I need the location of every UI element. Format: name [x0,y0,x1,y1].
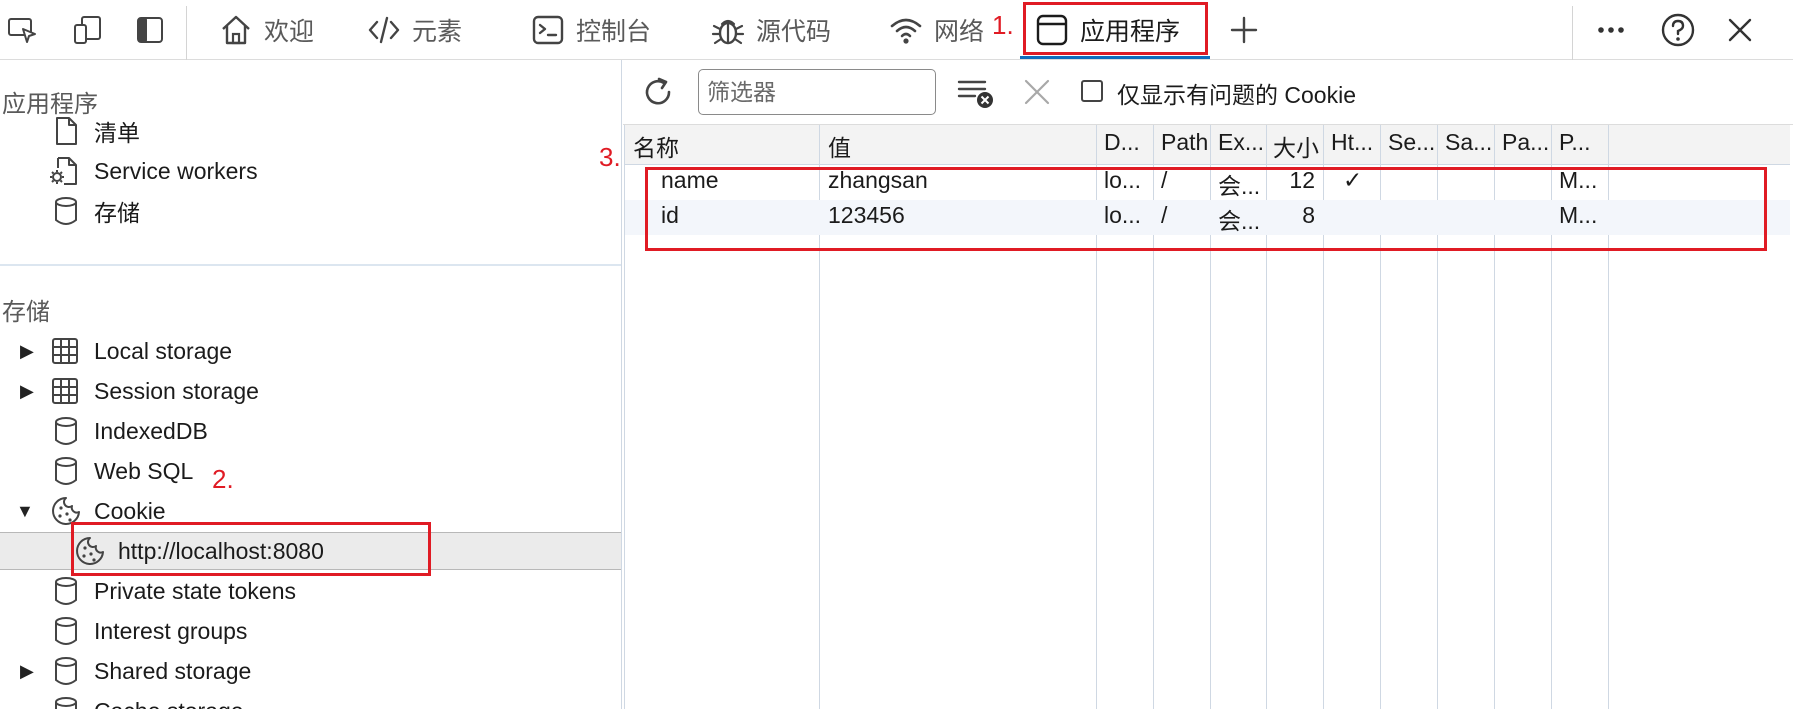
column-header-value[interactable]: 值 [828,129,1088,163]
tab-label: 控制台 [576,18,652,46]
dock-side-icon[interactable] [134,14,166,46]
tab-label: 网络 [934,18,985,46]
tab-label: 欢迎 [264,18,315,46]
bug-icon [711,19,745,45]
tab-label: 源代码 [756,18,832,46]
tab-welcome[interactable]: 欢迎 [218,0,314,60]
code-icon [368,16,400,44]
section-title-storage: 存储 [2,299,50,326]
sidebar-item-shared-storage[interactable]: ▶ Shared storage [0,652,621,690]
column-header-domain[interactable]: D... [1104,129,1150,156]
wifi-icon [890,18,922,44]
table-icon [52,338,78,364]
cookie-panel: 仅显示有问题的 Cookie 名称 值 D... Path Ex... 大小 H… [623,60,1793,709]
expand-arrow-icon[interactable]: ▶ [20,661,34,682]
tab-sources[interactable]: 源代码 [710,0,831,60]
sidebar-item-indexeddb[interactable]: IndexedDB [0,412,621,450]
sidebar-item-session-storage[interactable]: ▶ Session storage [0,372,621,410]
clear-all-cookies-icon[interactable] [955,74,995,110]
column-header-path[interactable]: Path [1161,129,1207,156]
device-emulation-icon[interactable] [72,14,104,46]
sidebar-item-interest-groups[interactable]: Interest groups [0,612,621,650]
sidebar-item-storage[interactable]: 存储 [0,192,621,230]
home-icon [222,15,250,45]
sidebar-item-label: Private state tokens [94,577,296,604]
annotation-step-2: 2. [212,464,234,494]
sidebar-item-label: Local storage [94,337,233,364]
tab-label: 元素 [412,18,463,46]
refresh-icon[interactable] [640,74,676,110]
annotation-box-application-tab [1023,2,1208,55]
tab-elements[interactable]: 元素 [366,0,462,60]
more-options-icon[interactable] [1595,14,1627,46]
sidebar-item-cache-storage[interactable]: Cache storage [0,692,621,709]
database-icon [55,577,77,605]
toolbar-separator [1572,6,1573,60]
sidebar-item-label: Cookie [94,497,166,524]
collapse-arrow-icon[interactable]: ▼ [16,501,34,522]
gear-document-icon [50,157,77,185]
inspect-element-icon[interactable] [6,14,38,46]
column-header-samesite[interactable]: Sa... [1445,129,1491,156]
annotation-box-cookie-rows [645,167,1767,251]
tab-network[interactable]: 网络 [888,0,984,60]
delete-selected-icon[interactable] [1021,76,1053,108]
sidebar-item-private-state-tokens[interactable]: Private state tokens [0,572,621,610]
sidebar-item-label: Service workers [94,157,258,184]
sidebar-item-label: Interest groups [94,617,248,644]
column-header-partition-key[interactable]: Pa... [1502,129,1548,156]
sidebar-item-label: 清单 [94,120,140,146]
sidebar-item-web-sql[interactable]: Web SQL [0,452,621,490]
sidebar-item-label: Cache storage [94,698,244,709]
filter-input[interactable] [698,69,936,115]
show-issues-only-label: 仅显示有问题的 Cookie [1117,82,1356,108]
sidebar-item-manifest[interactable]: 清单 [0,112,621,150]
expand-arrow-icon[interactable]: ▶ [20,381,34,402]
tab-console[interactable]: 控制台 [530,0,651,60]
column-header-secure[interactable]: Se... [1388,129,1434,156]
sidebar-item-label: IndexedDB [94,417,208,444]
database-icon [55,457,77,485]
console-icon [532,15,564,45]
column-header-name[interactable]: 名称 [633,129,813,163]
sidebar-item-label: Shared storage [94,657,252,684]
cookie-toolbar: 仅显示有问题的 Cookie [623,60,1793,125]
database-icon [55,697,77,709]
database-icon [55,617,77,645]
column-header-expires[interactable]: Ex... [1218,129,1264,156]
close-devtools-icon[interactable] [1724,14,1756,46]
devtools-tab-bar: 欢迎 元素 控制台 源代码 网络 应用程序 [0,0,1793,60]
expand-arrow-icon[interactable]: ▶ [20,341,34,362]
toolbar-separator [186,6,187,60]
sidebar-item-service-workers[interactable]: Service workers [0,152,621,190]
add-tab-icon[interactable] [1228,14,1260,46]
database-icon [55,197,77,225]
active-tab-indicator [1020,56,1210,59]
sidebar-item-label: Session storage [94,377,259,404]
annotation-box-localhost-cookie [71,522,431,576]
section-divider [0,264,621,266]
database-icon [55,657,77,685]
column-header-priority[interactable]: P... [1559,129,1605,156]
annotation-step-3: 3. [599,142,621,172]
document-icon [56,117,77,145]
sidebar-item-label: Web SQL [94,457,194,484]
application-sidebar: 应用程序 清单 Service workers 存储 存储 ▶ Local st… [0,60,622,709]
table-icon [52,378,78,404]
column-header-httponly[interactable]: Ht... [1331,129,1377,156]
database-icon [55,417,77,445]
annotation-step-1: 1. [992,10,1014,40]
help-icon[interactable] [1660,12,1696,48]
column-header-size[interactable]: 大小 [1273,129,1321,163]
sidebar-item-local-storage[interactable]: ▶ Local storage [0,332,621,370]
show-issues-only-checkbox[interactable] [1081,80,1103,102]
sidebar-item-label: 存储 [94,200,140,226]
